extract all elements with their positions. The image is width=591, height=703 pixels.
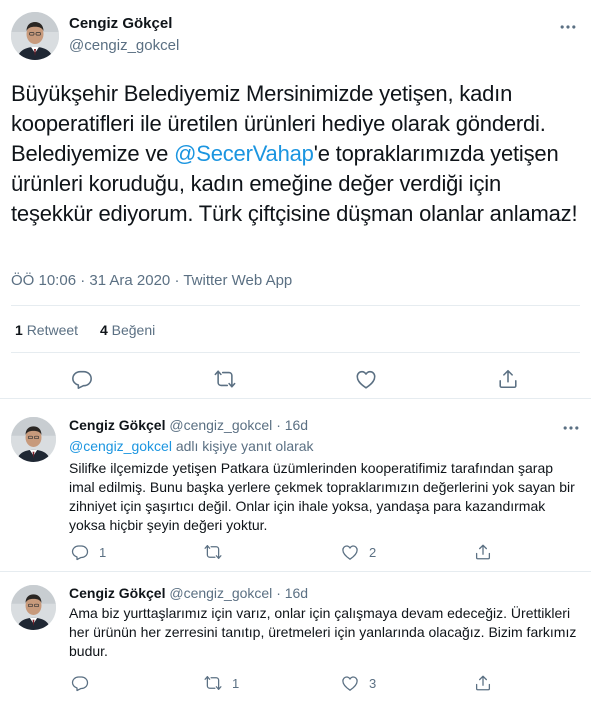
profile-photo [11, 12, 59, 60]
share-button[interactable] [474, 543, 502, 561]
like-count: 4 [99, 322, 108, 338]
reply-header: Cengiz Gökçel @cengiz_gokcel · 16d [69, 585, 308, 601]
reply-button[interactable] [71, 674, 99, 692]
replying-to: @cengiz_gokcel adlı kişiye yanıt olarak [69, 438, 314, 454]
author-handle[interactable]: @cengiz_gokcel [69, 37, 179, 54]
share-icon [474, 674, 492, 692]
reply-count: 1 [99, 544, 107, 560]
reply-icon [71, 674, 89, 692]
heart-icon [341, 543, 359, 561]
author-handle[interactable]: @cengiz_gokcel [169, 417, 272, 433]
replying-to-mention[interactable]: @cengiz_gokcel [69, 438, 172, 454]
share-icon[interactable] [497, 368, 519, 390]
reply-text: Silifke ilçemizde yetişen Patkara üzümle… [69, 460, 575, 533]
avatar[interactable] [11, 12, 59, 60]
replying-to-suffix: adlı kişiye yanıt olarak [171, 438, 314, 454]
author-name[interactable]: Cengiz Gökçel [69, 15, 172, 32]
reply-icon [71, 543, 89, 561]
heart-icon[interactable] [355, 368, 377, 390]
author-name[interactable]: Cengiz Gökçel [69, 585, 165, 601]
retweet-label: Retweet [26, 322, 79, 338]
author-handle[interactable]: @cengiz_gokcel [169, 585, 272, 601]
retweet-icon [204, 674, 222, 692]
like-button[interactable]: 3 [341, 674, 376, 692]
main-tweet: Cengiz Gökçel @cengiz_gokcel Büyükşehir … [0, 0, 591, 399]
tweet-stats: 1 Retweet 4 Beğeni [15, 322, 173, 338]
divider [11, 352, 580, 353]
reply-tweet[interactable]: Cengiz Gökçel @cengiz_gokcel · 16d @ceng… [0, 400, 591, 572]
tweet-text: Büyükşehir Belediyemiz Mersinimizde yeti… [11, 79, 583, 229]
reply-text: Ama biz yurttaşlarımız için varız, onlar… [69, 605, 577, 659]
heart-icon [341, 674, 359, 692]
mention-link[interactable]: @SecerVahap [174, 141, 314, 166]
divider [11, 305, 580, 306]
more-icon[interactable] [558, 17, 578, 37]
retweet-button[interactable]: 1 [204, 674, 239, 692]
retweet-count: 1 [15, 322, 23, 338]
like-count: 3 [369, 675, 377, 691]
like-count: 2 [369, 544, 377, 560]
reply-time[interactable]: · 16d [276, 585, 308, 601]
reply-time[interactable]: · 16d [276, 417, 308, 433]
more-icon[interactable] [561, 418, 581, 438]
share-icon [474, 543, 492, 561]
retweet-stat[interactable]: 1 Retweet [15, 322, 78, 338]
share-button[interactable] [474, 674, 502, 692]
reply-icon[interactable] [71, 368, 93, 390]
like-label: Beğeni [111, 322, 156, 338]
avatar[interactable] [11, 585, 56, 630]
retweet-icon [204, 543, 222, 561]
tweet-timestamp[interactable]: ÖÖ 10:06 · 31 Ara 2020 · Twitter Web App [11, 272, 292, 289]
reply-tweet[interactable]: Cengiz Gökçel @cengiz_gokcel · 16d Ama b… [0, 573, 591, 703]
avatar[interactable] [11, 417, 56, 462]
author-name[interactable]: Cengiz Gökçel [69, 417, 165, 433]
retweet-count: 1 [232, 675, 240, 691]
retweet-icon[interactable] [214, 368, 236, 390]
reply-button[interactable]: 1 [71, 543, 106, 561]
profile-photo [11, 585, 56, 630]
like-button[interactable]: 2 [341, 543, 376, 561]
profile-photo [11, 417, 56, 462]
retweet-button[interactable] [204, 543, 232, 561]
reply-header: Cengiz Gökçel @cengiz_gokcel · 16d [69, 417, 308, 433]
like-stat[interactable]: 4 Beğeni [100, 322, 155, 338]
